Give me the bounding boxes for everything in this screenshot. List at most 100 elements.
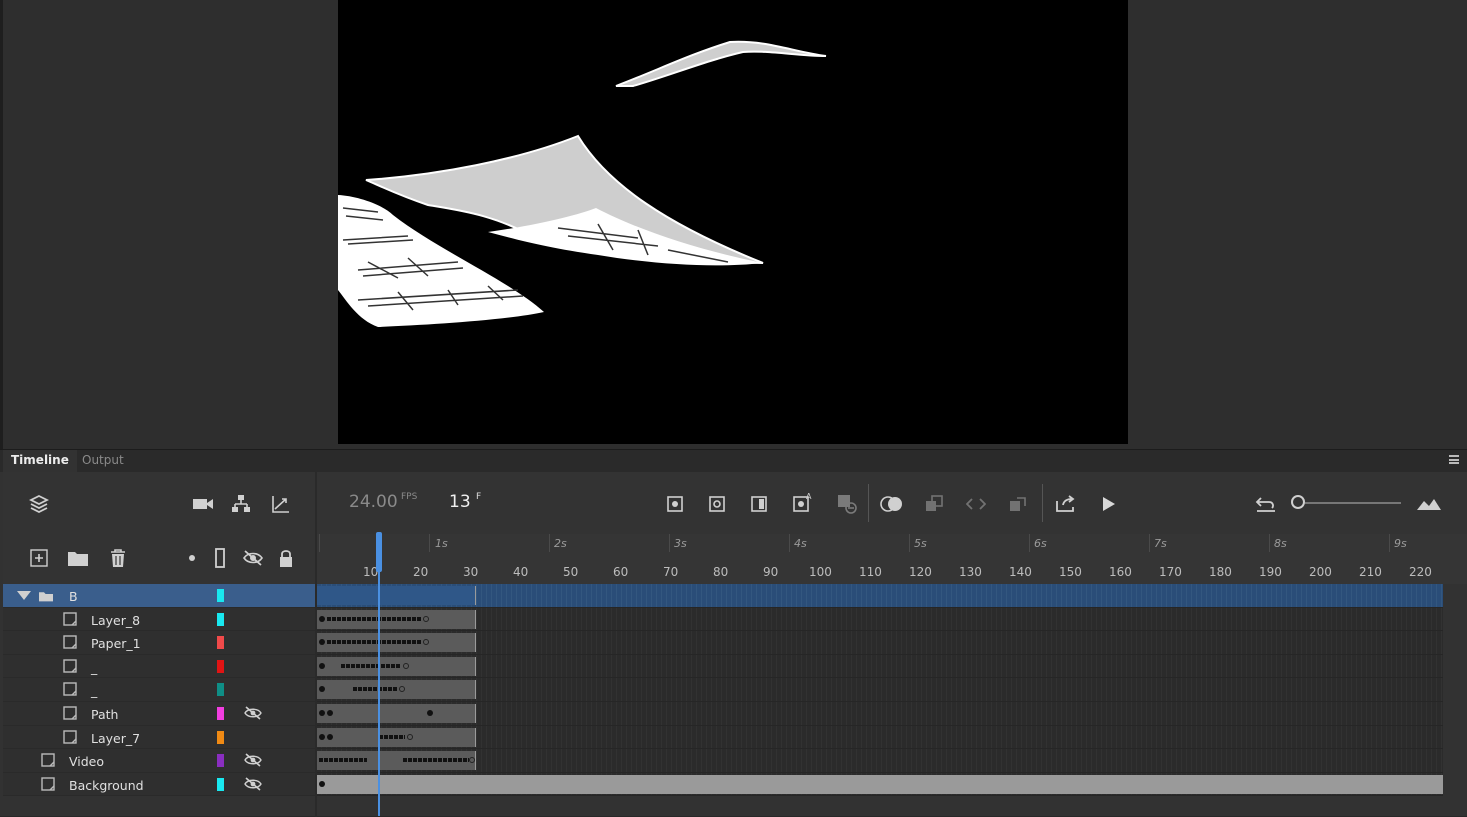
graph-icon[interactable] bbox=[269, 492, 293, 516]
frame-track[interactable] bbox=[317, 631, 1443, 655]
sync-icon[interactable] bbox=[1007, 492, 1029, 516]
layer-color-swatch[interactable] bbox=[217, 683, 224, 697]
layer-color-swatch[interactable] bbox=[217, 636, 224, 650]
layer-name[interactable]: _ bbox=[91, 683, 97, 698]
layer-name[interactable]: Background bbox=[69, 778, 144, 793]
layer-color-swatch[interactable] bbox=[217, 589, 224, 602]
onion-skin-icon[interactable] bbox=[879, 492, 905, 516]
empty-keyframe[interactable] bbox=[403, 662, 409, 669]
layer-name[interactable]: Video bbox=[69, 754, 104, 769]
play-icon[interactable] bbox=[1099, 492, 1119, 516]
undo-icon[interactable] bbox=[1253, 492, 1279, 516]
playhead-handle[interactable] bbox=[376, 532, 382, 572]
frame-track-background[interactable] bbox=[317, 772, 1443, 797]
empty-keyframe[interactable] bbox=[407, 733, 413, 740]
new-layer-icon[interactable] bbox=[27, 546, 51, 570]
keyframe-run[interactable] bbox=[319, 758, 367, 763]
layer-row-paper-1[interactable]: Paper_1 bbox=[3, 631, 315, 655]
keyframe-run[interactable] bbox=[403, 758, 469, 763]
layer-name[interactable]: _ bbox=[91, 660, 97, 675]
export-icon[interactable] bbox=[1053, 492, 1079, 516]
keyframe[interactable] bbox=[319, 780, 325, 787]
fit-icon[interactable] bbox=[1415, 492, 1443, 516]
frame-track[interactable] bbox=[317, 678, 1443, 702]
tab-output[interactable]: Output bbox=[74, 450, 132, 472]
playhead[interactable] bbox=[378, 533, 380, 816]
hidden-eye-icon[interactable] bbox=[244, 777, 262, 791]
layer-row-video[interactable]: Video bbox=[3, 749, 315, 773]
hierarchy-icon[interactable] bbox=[229, 492, 253, 516]
keyframe[interactable] bbox=[327, 733, 333, 740]
layer-name[interactable]: Paper_1 bbox=[91, 636, 141, 651]
empty-keyframe[interactable] bbox=[423, 615, 429, 622]
layer-row-underscore-2[interactable]: _ bbox=[3, 678, 315, 702]
layer-name[interactable]: Layer_8 bbox=[91, 613, 140, 628]
tab-timeline[interactable]: Timeline bbox=[3, 450, 77, 472]
frame-track-folder-b[interactable] bbox=[317, 584, 1443, 608]
keyframe[interactable] bbox=[427, 709, 433, 716]
frame-ruler[interactable]: 1s 2s 3s 4s 5s 6s 7s 8s 9s 10 20 30 40 5… bbox=[317, 534, 1467, 584]
frame-track[interactable] bbox=[317, 749, 1443, 773]
keyframe-run[interactable] bbox=[327, 640, 421, 645]
blank-keyframe-icon[interactable] bbox=[707, 492, 727, 516]
current-frame-value[interactable]: 13 bbox=[449, 492, 471, 512]
frame-span[interactable] bbox=[317, 586, 476, 605]
keyframe-run[interactable] bbox=[379, 734, 405, 739]
layer-row-path[interactable]: Path bbox=[3, 701, 315, 726]
hide-all-icon[interactable] bbox=[241, 546, 265, 570]
new-folder-icon[interactable] bbox=[66, 546, 90, 570]
insert-keyframe-icon[interactable] bbox=[665, 492, 685, 516]
zoom-slider-knob[interactable] bbox=[1291, 495, 1305, 509]
keyframe[interactable] bbox=[319, 709, 325, 716]
keyframe[interactable] bbox=[319, 615, 325, 622]
lock-all-icon[interactable] bbox=[275, 546, 297, 570]
keyframe-run[interactable] bbox=[353, 687, 397, 692]
loop-icon[interactable] bbox=[965, 492, 987, 516]
remove-frame-icon[interactable] bbox=[835, 492, 859, 516]
layer-color-swatch[interactable] bbox=[217, 612, 224, 626]
layer-row-underscore-1[interactable]: _ bbox=[3, 654, 315, 679]
dot-icon[interactable] bbox=[185, 546, 199, 570]
panel-menu-icon[interactable] bbox=[1449, 455, 1459, 464]
fps-value[interactable]: 24.00 bbox=[349, 492, 398, 512]
zoom-slider-track[interactable] bbox=[1305, 502, 1401, 504]
frame-span[interactable] bbox=[317, 774, 1443, 794]
layer-color-swatch[interactable] bbox=[217, 706, 224, 720]
layer-name[interactable]: Layer_7 bbox=[91, 731, 140, 746]
keyframe[interactable] bbox=[327, 709, 333, 716]
keyframe[interactable] bbox=[319, 662, 325, 669]
ruler-frame-label: 200 bbox=[1309, 565, 1332, 579]
ruler-tick bbox=[429, 534, 430, 552]
layers-icon[interactable] bbox=[27, 492, 51, 516]
insert-frame-icon[interactable] bbox=[749, 492, 769, 516]
frame-tracks[interactable] bbox=[317, 584, 1443, 797]
keyframe[interactable] bbox=[319, 733, 325, 740]
frame-track[interactable] bbox=[317, 654, 1443, 679]
edit-multiple-icon[interactable] bbox=[923, 492, 945, 516]
layer-row-layer-7[interactable]: Layer_7 bbox=[3, 725, 315, 750]
layer-color-swatch[interactable] bbox=[217, 777, 224, 791]
ruler-frame-label: 130 bbox=[959, 565, 982, 579]
hidden-eye-icon[interactable] bbox=[244, 706, 262, 720]
stage-canvas[interactable] bbox=[338, 0, 1128, 444]
layer-color-swatch[interactable] bbox=[217, 730, 224, 744]
delete-icon[interactable] bbox=[106, 546, 130, 570]
hidden-eye-icon[interactable] bbox=[244, 753, 262, 767]
layer-color-swatch[interactable] bbox=[217, 754, 224, 768]
layer-row-layer-8[interactable]: Layer_8 bbox=[3, 607, 315, 632]
outline-icon[interactable] bbox=[211, 546, 229, 570]
camera-icon[interactable] bbox=[191, 492, 215, 516]
layer-color-swatch[interactable] bbox=[217, 659, 224, 673]
frame-track[interactable] bbox=[317, 607, 1443, 632]
keyframe-run[interactable] bbox=[341, 663, 401, 668]
keyframe-run[interactable] bbox=[327, 616, 421, 621]
frame-span[interactable] bbox=[317, 703, 476, 723]
chevron-down-icon[interactable] bbox=[17, 591, 31, 600]
layer-row-background[interactable]: Background bbox=[3, 772, 315, 797]
layer-name[interactable]: B bbox=[69, 589, 78, 604]
layer-row-folder-b[interactable]: B bbox=[3, 584, 315, 608]
frame-track[interactable] bbox=[317, 725, 1443, 750]
layer-name[interactable]: Path bbox=[91, 707, 118, 722]
frame-track[interactable] bbox=[317, 701, 1443, 726]
auto-keyframe-icon[interactable]: A bbox=[791, 488, 815, 516]
